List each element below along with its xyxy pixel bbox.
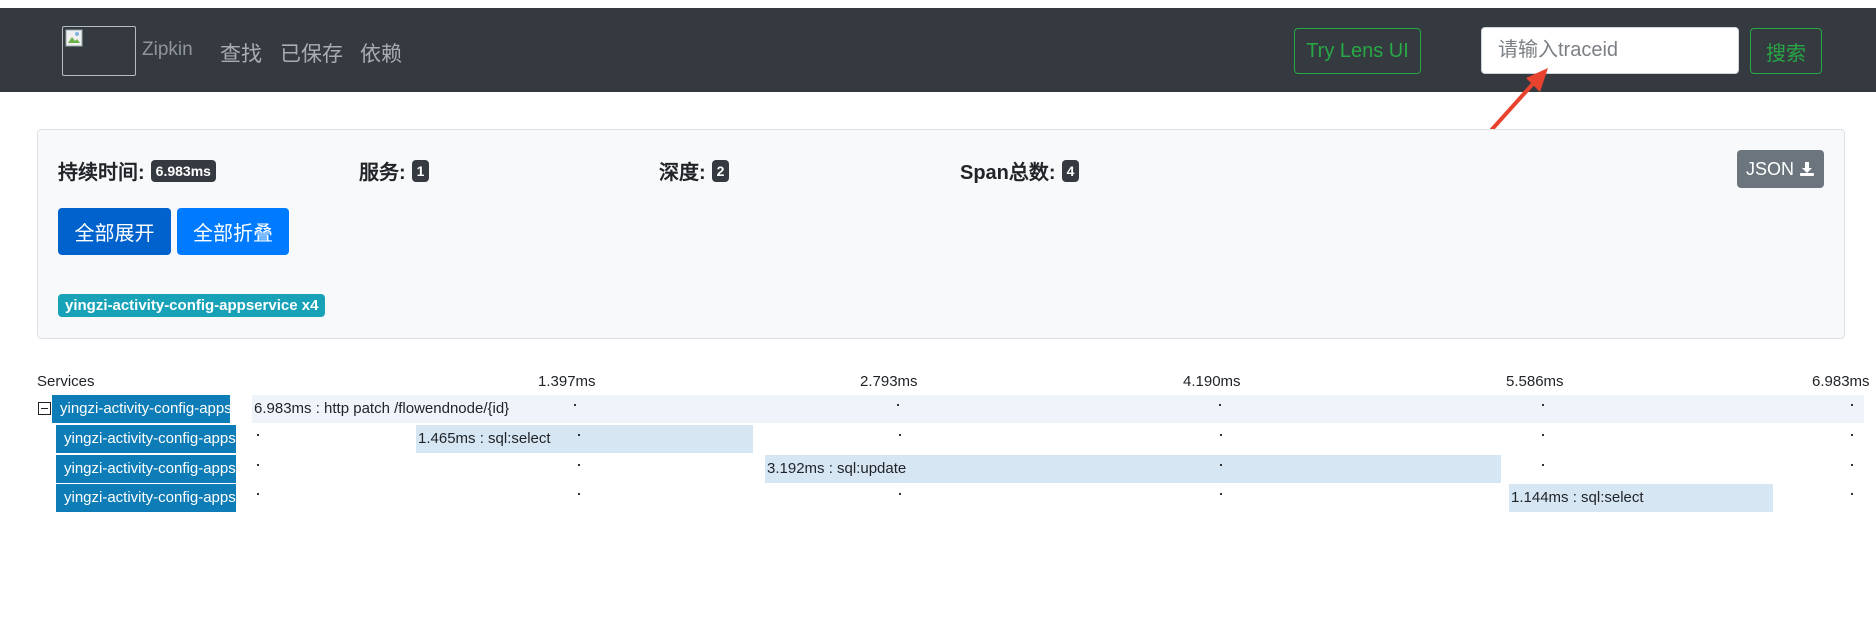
grid-dot	[1542, 464, 1544, 466]
nav-link-search[interactable]: 查找	[220, 38, 262, 68]
grid-dot	[257, 464, 259, 466]
grid-dot	[574, 404, 576, 406]
grid-dot	[1542, 404, 1544, 406]
span-count-stat: Span总数: 4	[960, 156, 1080, 185]
search-button[interactable]: 搜索	[1750, 28, 1822, 74]
duration-stat: 持续时间: 6.983ms	[58, 156, 216, 185]
depth-label: 深度:	[659, 162, 706, 184]
json-download-button[interactable]: JSON	[1737, 150, 1824, 188]
depth-badge: 2	[711, 159, 730, 182]
span-service-label[interactable]: yingzi-activity-config-appservice	[56, 455, 236, 483]
expand-all-button[interactable]: 全部展开	[58, 208, 171, 255]
top-navbar: Zipkin 查找 已保存 依赖 Try Lens UI 搜索	[0, 8, 1876, 92]
grid-dot	[257, 493, 259, 495]
grid-dot	[1851, 404, 1853, 406]
timeline-tick: 5.586ms	[1506, 373, 1564, 390]
span-row[interactable]: yingzi-activity-config-appservice 1.144m…	[0, 484, 1876, 512]
timeline-tick: 2.793ms	[860, 373, 918, 390]
grid-dot	[578, 493, 580, 495]
span-service-label[interactable]: yingzi-activity-config-appservice	[52, 395, 230, 423]
depth-stat: 深度: 2	[659, 156, 730, 185]
download-icon	[1800, 162, 1814, 176]
collapse-all-button[interactable]: 全部折叠	[177, 208, 289, 255]
grid-dot	[1219, 404, 1221, 406]
services-label: 服务:	[359, 162, 406, 184]
duration-badge: 6.983ms	[150, 159, 216, 182]
brand-name[interactable]: Zipkin	[142, 39, 193, 61]
span-service-label[interactable]: yingzi-activity-config-appservice	[56, 484, 236, 512]
services-stat: 服务: 1	[359, 156, 430, 185]
nav-link-dependencies[interactable]: 依赖	[360, 38, 402, 68]
timeline-tick: 6.983ms	[1812, 373, 1870, 390]
grid-dot	[899, 434, 901, 436]
timeline-tick: 4.190ms	[1183, 373, 1241, 390]
span-bar[interactable]: 3.192ms : sql:update	[765, 455, 1501, 483]
grid-dot	[1220, 464, 1222, 466]
grid-dot	[1851, 434, 1853, 436]
service-badge[interactable]: yingzi-activity-config-appservice x4	[58, 294, 326, 317]
grid-dot	[1220, 493, 1222, 495]
span-row[interactable]: yingzi-activity-config-appservice 1.465m…	[0, 425, 1876, 453]
span-row[interactable]: yingzi-activity-config-appservice 3.192m…	[0, 455, 1876, 483]
trace-summary-card: 持续时间: 6.983ms 服务: 1 深度: 2 Span总数: 4 JSON…	[37, 129, 1845, 339]
json-button-label: JSON	[1745, 158, 1794, 179]
broken-image-icon[interactable]	[62, 26, 136, 76]
span-row[interactable]: yingzi-activity-config-appservice 6.983m…	[0, 395, 1876, 423]
grid-dot	[897, 404, 899, 406]
grid-dot	[1220, 434, 1222, 436]
nav-link-saved[interactable]: 已保存	[280, 38, 343, 68]
grid-dot	[1851, 464, 1853, 466]
span-bar[interactable]: 6.983ms : http patch /flowendnode/{id}	[252, 395, 1864, 423]
grid-dot	[1851, 493, 1853, 495]
grid-dot	[578, 464, 580, 466]
grid-dot	[257, 434, 259, 436]
span-count-badge: 4	[1061, 159, 1080, 182]
grid-dot	[1542, 434, 1544, 436]
services-column-header: Services	[37, 373, 95, 390]
span-service-label[interactable]: yingzi-activity-config-appservice	[56, 425, 236, 453]
services-badge: 1	[411, 159, 430, 182]
collapse-toggle-icon[interactable]	[38, 402, 51, 415]
duration-label: 持续时间:	[58, 162, 145, 184]
span-count-label: Span总数:	[960, 162, 1056, 184]
span-bar[interactable]: 1.465ms : sql:select	[416, 425, 753, 453]
timeline-tick: 1.397ms	[538, 373, 596, 390]
try-lens-ui-button[interactable]: Try Lens UI	[1294, 28, 1421, 74]
grid-dot	[578, 434, 580, 436]
grid-dot	[899, 493, 901, 495]
span-bar[interactable]: 1.144ms : sql:select	[1509, 484, 1773, 512]
